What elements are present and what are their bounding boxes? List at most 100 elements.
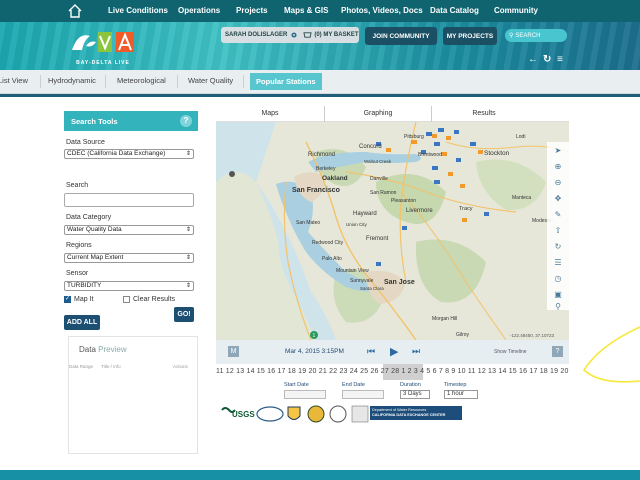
data-source-label: Data Source bbox=[66, 139, 105, 146]
data-source-value: CDEC (California Data Exchange) bbox=[67, 150, 166, 157]
tab-hydrodynamic[interactable]: Hydrodynamic bbox=[48, 76, 96, 85]
bay-delta-live-logo[interactable] bbox=[70, 26, 140, 56]
back-arrow-icon[interactable]: ← bbox=[528, 54, 538, 65]
nav-live-conditions[interactable]: Live Conditions bbox=[108, 6, 168, 15]
add-all-button[interactable]: ADD ALL bbox=[64, 315, 100, 330]
timeline-numbers[interactable]: 11 12 13 14 15 16 17 18 19 20 21 22 23 2… bbox=[216, 368, 569, 378]
nav-community[interactable]: Community bbox=[494, 6, 538, 15]
show-timeline-link[interactable]: Show Timeline bbox=[494, 349, 527, 355]
tab-divider bbox=[40, 75, 41, 88]
map-city-label: Palo Alto bbox=[322, 256, 342, 262]
help-icon[interactable]: ? bbox=[180, 115, 192, 127]
agency-seal-icon bbox=[256, 406, 284, 422]
map-city-label: Manteca bbox=[512, 195, 531, 201]
tab-popular-stations[interactable]: Popular Stations bbox=[250, 73, 322, 90]
tab-maps[interactable]: Maps bbox=[252, 110, 288, 117]
logo-text: BAY-DELTA LIVE bbox=[76, 60, 130, 66]
map-city-label: Concord bbox=[359, 144, 382, 150]
chevron-down-icon: ⇕ bbox=[185, 255, 191, 261]
map-city-label: Santa Clara bbox=[360, 286, 384, 291]
org-logo-icon bbox=[351, 405, 369, 423]
home-icon[interactable] bbox=[67, 3, 83, 19]
nav-maps-gis[interactable]: Maps & GIS bbox=[284, 6, 328, 15]
pointer-icon[interactable]: ➤ bbox=[553, 146, 563, 156]
end-date-input[interactable] bbox=[342, 390, 384, 399]
search-icon: ⚲ bbox=[509, 33, 514, 39]
zoom-in-icon[interactable]: ⊕ bbox=[553, 162, 563, 172]
map-toolbar: ➤ ⊕ ⊖ ✥ ✎ ⇧ ↻ ☰ ◷ ▣ ⚲ bbox=[547, 142, 569, 312]
search-map-icon[interactable]: ⚲ bbox=[553, 302, 563, 312]
map-city-label: San Francisco bbox=[292, 187, 340, 194]
duration-value: 3 Days bbox=[403, 391, 422, 397]
view-tabs: List View Hydrodynamic Meteorological Wa… bbox=[0, 70, 640, 94]
fullscreen-icon[interactable]: ▣ bbox=[553, 290, 563, 300]
draw-icon[interactable]: ✎ bbox=[553, 210, 563, 220]
join-community-button[interactable]: JOIN COMMUNITY bbox=[365, 27, 437, 45]
sensor-select[interactable]: TURBIDITY ⇕ bbox=[64, 281, 194, 291]
map-cluster-count: 1 bbox=[313, 333, 316, 339]
tab-graphing[interactable]: Graphing bbox=[356, 110, 400, 117]
map-city-label: Danville bbox=[370, 176, 388, 182]
refresh-icon[interactable]: ↻ bbox=[543, 54, 551, 65]
menu-icon[interactable]: ≡ bbox=[557, 54, 563, 65]
map-city-label: Mountain View bbox=[336, 268, 369, 274]
upload-icon[interactable]: ⇧ bbox=[553, 226, 563, 236]
my-basket-link[interactable]: (0) MY BASKET bbox=[314, 32, 358, 38]
nav-operations[interactable]: Operations bbox=[178, 6, 220, 15]
sensor-value: TURBIDITY bbox=[67, 282, 102, 289]
tab-list-view[interactable]: List View bbox=[0, 76, 28, 85]
map-city-label: Redwood City bbox=[312, 240, 344, 246]
chevron-down-icon: ⇕ bbox=[185, 227, 191, 233]
clear-results-label: Clear Results bbox=[133, 296, 176, 303]
skip-back-icon[interactable]: ⏮ bbox=[367, 346, 375, 357]
map-city-label: Livermore bbox=[406, 208, 433, 214]
clock-icon[interactable]: ◷ bbox=[553, 274, 563, 284]
map-city-label: Brentwood bbox=[418, 152, 442, 158]
gear-icon[interactable] bbox=[290, 31, 298, 39]
search-input[interactable]: ⚲ SEARCH bbox=[505, 29, 567, 42]
station-map[interactable]: Concord Walnut Creek Richmond Berkeley O… bbox=[216, 122, 569, 340]
regions-label: Regions bbox=[66, 242, 92, 249]
tab-divider bbox=[177, 75, 178, 88]
tab-results[interactable]: Results bbox=[466, 110, 502, 117]
go-button[interactable]: GO! bbox=[174, 307, 194, 322]
tab-water-quality[interactable]: Water Quality bbox=[188, 76, 233, 85]
top-navigation: Live Conditions Operations Projects Maps… bbox=[0, 0, 640, 22]
col-title-info: Title / Info bbox=[101, 364, 121, 369]
badge-icon bbox=[287, 406, 301, 420]
nav-photos-videos-docs[interactable]: Photos, Videos, Docs bbox=[341, 6, 423, 15]
regions-select[interactable]: Current Map Extent ⇕ bbox=[64, 253, 194, 263]
map-city-label: Tracy bbox=[459, 206, 473, 212]
timestep-select[interactable]: 1 hour bbox=[444, 390, 478, 399]
cdec-logo[interactable]: Department of Water Resources CALIFORNIA… bbox=[370, 406, 462, 420]
map-city-label: Pleasanton bbox=[391, 198, 416, 204]
map-city-label: Pittsburg bbox=[404, 134, 424, 140]
start-date-label: Start Date bbox=[284, 382, 309, 388]
tab-meteorological[interactable]: Meteorological bbox=[117, 76, 166, 85]
user-name[interactable]: SARAH DOLISLAGER bbox=[221, 32, 287, 38]
sensor-label: Sensor bbox=[66, 270, 89, 277]
duration-select[interactable]: 3 Days bbox=[400, 390, 430, 399]
map-it-checkbox[interactable]: ✓ Map It bbox=[64, 296, 93, 303]
data-category-select[interactable]: Water Quality Data ⇕ bbox=[64, 225, 194, 235]
basket-icon[interactable] bbox=[303, 31, 312, 39]
tab-divider bbox=[243, 75, 244, 88]
clear-results-checkbox[interactable]: Clear Results bbox=[123, 296, 175, 303]
start-date-input[interactable] bbox=[284, 390, 326, 399]
my-projects-button[interactable]: MY PROJECTS bbox=[443, 27, 497, 45]
m-button[interactable]: M bbox=[228, 346, 239, 357]
data-source-select[interactable]: CDEC (California Data Exchange) ⇕ bbox=[64, 149, 194, 159]
pan-icon[interactable]: ✥ bbox=[553, 194, 563, 204]
nav-data-catalog[interactable]: Data Catalog bbox=[430, 6, 479, 15]
skip-forward-icon[interactable]: ⏭ bbox=[412, 346, 420, 357]
search-text-field[interactable] bbox=[64, 193, 194, 207]
divider-band bbox=[0, 94, 640, 97]
timeline-help-button[interactable]: ? bbox=[552, 346, 563, 357]
zoom-out-icon[interactable]: ⊖ bbox=[553, 178, 563, 188]
layers-icon[interactable]: ☰ bbox=[553, 258, 563, 268]
timeline-date: Mar 4, 2015 3:15PM bbox=[285, 348, 344, 355]
rotate-icon[interactable]: ↻ bbox=[553, 242, 563, 252]
play-icon[interactable]: ▶ bbox=[390, 345, 398, 358]
nav-projects[interactable]: Projects bbox=[236, 6, 268, 15]
chevron-down-icon: ⇕ bbox=[185, 283, 191, 289]
